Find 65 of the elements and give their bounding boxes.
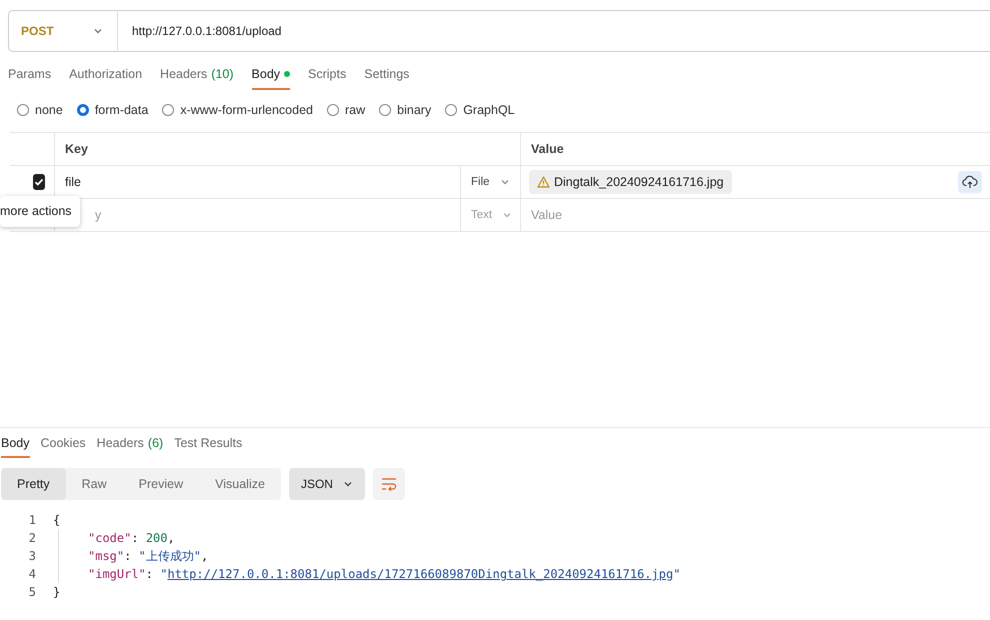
radio-icon[interactable] (327, 104, 339, 116)
code-line: } (53, 585, 60, 599)
body-type-radio[interactable]: raw (327, 103, 366, 117)
view-mode-button[interactable]: Preview (122, 468, 200, 500)
radio-label: raw (345, 103, 366, 117)
format-dropdown[interactable]: JSON (288, 468, 365, 500)
radio-label: form-data (94, 103, 148, 117)
line-number: 5 (28, 585, 36, 599)
radio-icon[interactable] (17, 104, 29, 116)
code-line: "imgUrl": "http://127.0.0.1:8081/uploads/1727166089870Dingtalk_20240924161716.jpg" (88, 567, 680, 581)
request-tab[interactable]: Settings (364, 64, 410, 90)
wrap-button[interactable] (372, 468, 405, 500)
body-type-radio[interactable]: none (17, 103, 63, 117)
body-type-radio[interactable]: GraphQL (445, 103, 515, 117)
view-mode-button[interactable]: Raw (66, 468, 123, 500)
line-number: 3 (28, 549, 36, 563)
chevron-down-icon (500, 177, 510, 187)
url-field[interactable]: http://127.0.0.1:8081/upload (118, 10, 990, 52)
code-line: { (53, 513, 60, 527)
file-chip[interactable]: Dingtalk_20240924161716.jpg (529, 170, 732, 194)
radio-icon[interactable] (445, 104, 458, 116)
chevron-down-icon (342, 479, 353, 489)
request-tab[interactable]: Authorization (69, 64, 142, 90)
tooltip: more actions (0, 196, 80, 227)
value-placeholder[interactable]: Value (531, 208, 562, 222)
row-checkbox[interactable] (33, 174, 45, 190)
request-tab[interactable]: Params (8, 64, 52, 90)
radio-label: binary (397, 103, 432, 117)
tab-count: (6) (148, 436, 164, 450)
type-dropdown[interactable]: Text (471, 209, 512, 221)
request-tab[interactable]: Scripts (308, 64, 346, 90)
radio-label: GraphQL (463, 103, 515, 117)
tab-count: (10) (211, 67, 234, 81)
radio-icon[interactable] (162, 104, 174, 116)
body-type-radio[interactable]: binary (379, 103, 432, 117)
line-number: 4 (28, 567, 36, 581)
upload-button[interactable] (958, 171, 982, 193)
chevron-down-icon (502, 210, 512, 220)
request-tab[interactable]: Body (252, 64, 290, 90)
type-dropdown[interactable]: File (471, 176, 510, 188)
line-number: 2 (28, 531, 36, 545)
response-tab[interactable]: Test Results (174, 436, 242, 458)
body-type-radio[interactable]: form-data (76, 103, 148, 117)
radio-icon[interactable] (76, 104, 89, 116)
response-tab[interactable]: Body (1, 436, 30, 458)
response-tab[interactable]: Cookies (40, 436, 86, 458)
radio-icon[interactable] (379, 104, 392, 116)
request-tab[interactable]: Headers (10) (160, 64, 234, 90)
view-mode-button[interactable]: Visualize (199, 468, 281, 500)
code-line: "code": 200, (88, 531, 175, 545)
code-line: "msg": "上传成功", (88, 548, 208, 564)
method-dropdown[interactable]: POST (8, 10, 118, 52)
chevron-down-icon (93, 26, 103, 36)
wrap-lines-icon (380, 477, 397, 491)
key-text: file (65, 175, 81, 189)
column-header: Key (65, 142, 88, 156)
line-number: 1 (28, 513, 36, 527)
warning-icon (537, 176, 550, 188)
file-name: Dingtalk_20240924161716.jpg (554, 175, 724, 189)
key-placeholder[interactable]: y (95, 208, 102, 222)
view-mode-button[interactable]: Pretty (1, 468, 66, 500)
response-tab[interactable]: Headers (6) (96, 436, 164, 458)
radio-label: none (35, 103, 63, 117)
column-header: Value (531, 142, 564, 156)
cloud-upload-icon (962, 175, 978, 189)
